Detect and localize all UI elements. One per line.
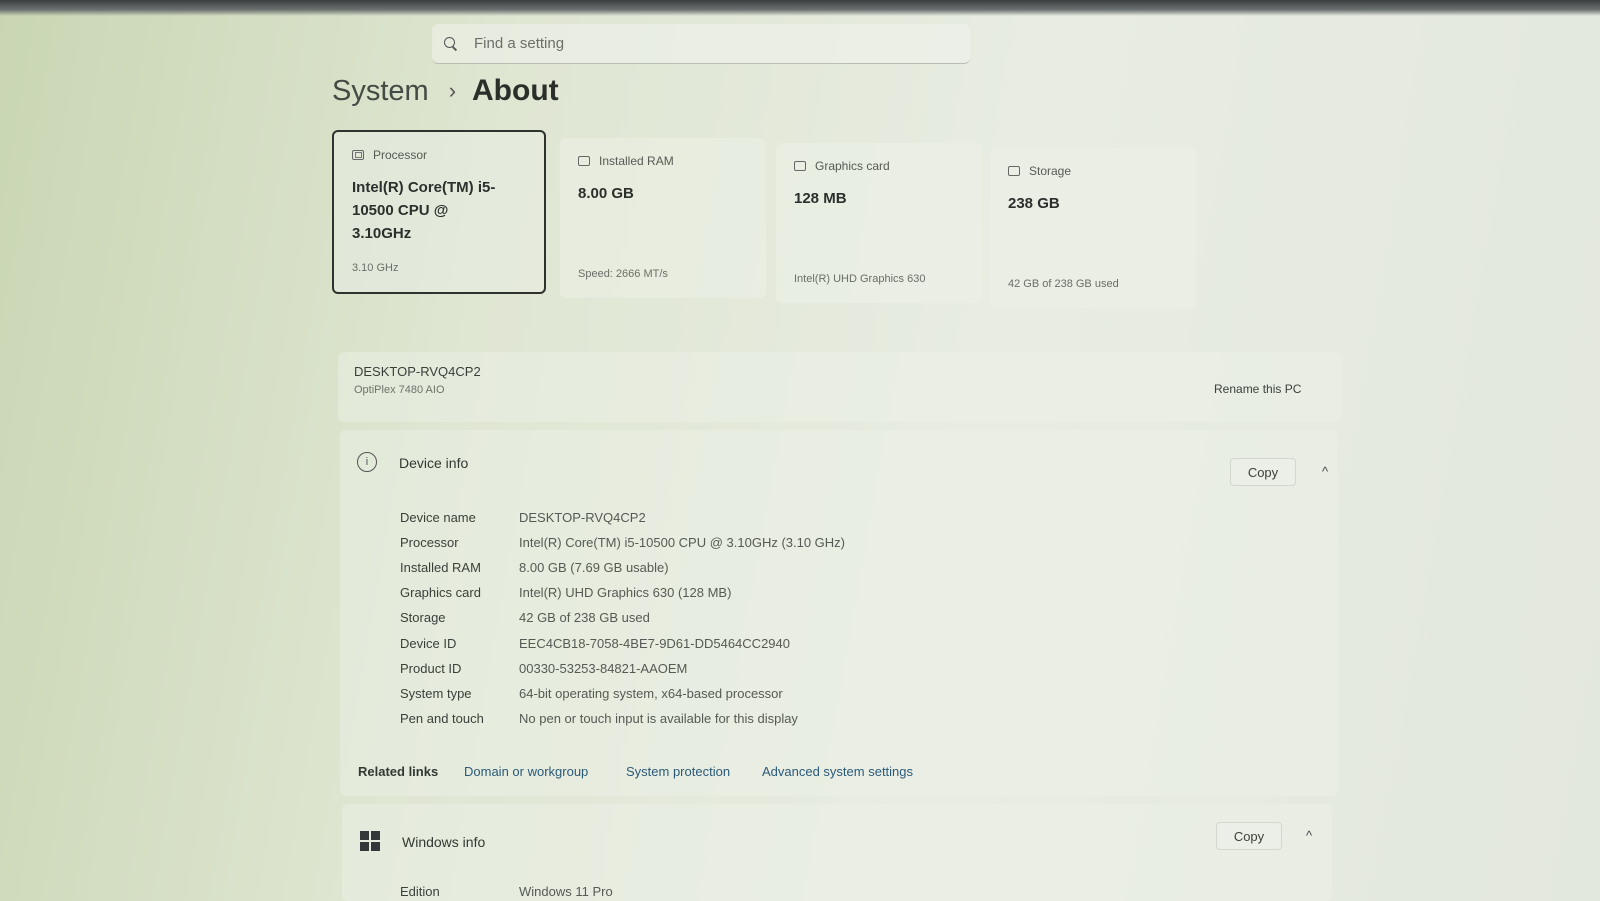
search-box[interactable] (432, 24, 970, 64)
system-protection-link[interactable]: System protection (626, 764, 730, 779)
rename-pc-button[interactable]: Rename this PC (1214, 382, 1301, 396)
card-title: Graphics card (815, 159, 890, 173)
pc-name: DESKTOP-RVQ4CP2 (354, 364, 481, 379)
chevron-up-icon[interactable]: ^ (1306, 828, 1312, 843)
spec-label: Storage (400, 610, 446, 625)
card-title: Processor (373, 148, 428, 162)
search-icon (444, 36, 458, 51)
installed-ram-card[interactable]: Installed RAM 8.00 GB Speed: 2666 MT/s (560, 138, 766, 298)
spec-label: Device name (400, 510, 476, 525)
device-info-title[interactable]: Device info (399, 455, 468, 471)
card-subtitle: Speed: 2666 MT/s (578, 268, 668, 280)
breadcrumb-system[interactable]: System (332, 75, 429, 108)
card-title: Storage (1029, 164, 1072, 178)
windows-logo-icon (360, 831, 380, 851)
chevron-up-icon[interactable]: ^ (1322, 464, 1328, 479)
spec-value: Windows 11 Pro (519, 884, 613, 899)
spec-label: Installed RAM (400, 560, 481, 575)
card-subtitle: 42 GB of 238 GB used (1008, 278, 1119, 290)
spec-value: 8.00 GB (7.69 GB usable) (519, 560, 669, 575)
storage-icon (1008, 166, 1020, 176)
copy-windows-info-button[interactable]: Copy (1216, 822, 1282, 850)
card-value: 8.00 GB (578, 185, 634, 202)
card-value: 238 GB (1008, 195, 1060, 212)
pc-name-panel (338, 352, 1342, 422)
breadcrumb: System › About (332, 74, 559, 108)
card-subtitle: Intel(R) UHD Graphics 630 (794, 273, 926, 285)
spec-label: Processor (400, 535, 459, 550)
spec-label: Device ID (400, 636, 457, 651)
windows-info-title[interactable]: Windows info (402, 834, 485, 850)
related-links-label: Related links (358, 764, 439, 779)
copy-device-info-button[interactable]: Copy (1230, 458, 1296, 486)
graphics-card-icon (794, 161, 806, 171)
spec-value: 00330-53253-84821-AAOEM (519, 661, 688, 676)
processor-icon (352, 150, 364, 160)
spec-value: 64-bit operating system, x64-based proce… (519, 686, 783, 701)
advanced-system-settings-link[interactable]: Advanced system settings (762, 764, 913, 779)
spec-value: Intel(R) Core(TM) i5-10500 CPU @ 3.10GHz… (519, 535, 846, 550)
card-value: Intel(R) Core(TM) i5-10500 CPU @ 3.10GHz (352, 179, 496, 242)
spec-value: DESKTOP-RVQ4CP2 (519, 510, 646, 525)
spec-label: Pen and touch (400, 711, 484, 726)
storage-card[interactable]: Storage 238 GB 42 GB of 238 GB used (990, 148, 1196, 308)
domain-workgroup-link[interactable]: Domain or workgroup (464, 764, 588, 779)
spec-value: 42 GB of 238 GB used (519, 610, 650, 625)
spec-label: Edition (400, 884, 440, 899)
spec-value: Intel(R) UHD Graphics 630 (128 MB) (519, 585, 732, 600)
spec-label: System type (400, 686, 472, 701)
spec-value: No pen or touch input is available for t… (519, 711, 798, 726)
graphics-card-card[interactable]: Graphics card 128 MB Intel(R) UHD Graphi… (776, 143, 982, 303)
card-subtitle: 3.10 GHz (352, 262, 399, 274)
chevron-right-icon: › (448, 78, 457, 103)
processor-card[interactable]: Processor Intel(R) Core(TM) i5-10500 CPU… (332, 130, 546, 294)
page-title: About (472, 74, 559, 107)
card-value: 128 MB (794, 190, 847, 207)
spec-label: Product ID (400, 661, 462, 676)
screen-bezel (0, 0, 1600, 16)
info-icon: i (357, 452, 377, 472)
ram-icon (578, 156, 590, 166)
windows-info-panel (342, 804, 1332, 901)
spec-value: EEC4CB18-7058-4BE7-9D61-DD5464CC2940 (519, 636, 790, 651)
pc-model: OptiPlex 7480 AIO (354, 384, 445, 396)
card-title: Installed RAM (599, 154, 674, 168)
search-input[interactable] (474, 35, 934, 52)
device-info-panel (340, 430, 1338, 796)
spec-label: Graphics card (400, 585, 481, 600)
